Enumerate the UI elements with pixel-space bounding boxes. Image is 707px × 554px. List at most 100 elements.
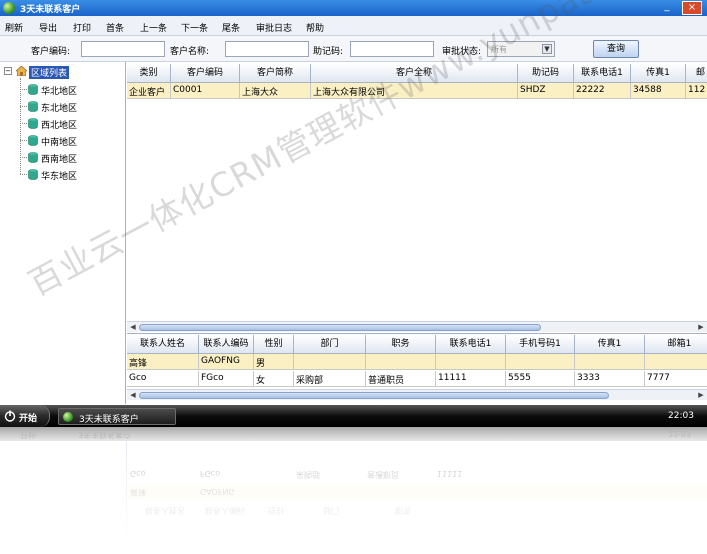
table-cell (506, 354, 575, 370)
tree-item-label: 华东地区 (41, 172, 78, 182)
app-icon (63, 412, 73, 422)
horizontal-scrollbar[interactable]: ◀ ▶ (127, 321, 707, 332)
column-header[interactable]: 邮箱1 (645, 335, 707, 354)
database-icon (28, 135, 38, 146)
database-icon (28, 101, 38, 112)
customer-grid: 类别 客户编码 客户简称 客户全称 助记码 联系电话1 传真1 邮 企业客户 C… (127, 62, 707, 334)
start-label: 开始 (19, 414, 38, 424)
tree-item-label: 西北地区 (41, 121, 78, 131)
database-icon (28, 169, 38, 180)
tree-item-label: 东北地区 (41, 104, 78, 114)
close-button[interactable]: × (682, 1, 702, 15)
taskbar-app-label: 3天未联系客户 (79, 415, 139, 425)
contact-grid: 联系人姓名 联系人编码 性别 部门 职务 联系电话1 手机号码1 传真1 邮箱1… (127, 335, 707, 404)
column-header[interactable]: 部门 (294, 335, 366, 354)
column-header[interactable]: 客户简称 (240, 64, 311, 83)
start-button[interactable]: 开始 (0, 405, 50, 427)
query-button[interactable]: 查询 (593, 40, 639, 58)
table-cell: 企业客户 (127, 83, 171, 99)
table-cell: GAOFNG (199, 354, 254, 370)
horizontal-scrollbar[interactable]: ◀ ▶ (127, 389, 707, 400)
table-cell: 男 (254, 354, 294, 370)
scrollbar-thumb[interactable] (139, 392, 609, 399)
column-header[interactable]: 邮 (686, 64, 707, 83)
scroll-right-icon[interactable]: ▶ (696, 391, 706, 400)
scroll-left-icon[interactable]: ◀ (128, 391, 138, 400)
scroll-left-icon[interactable]: ◀ (128, 323, 138, 332)
table-cell: 高锋 (127, 354, 199, 370)
column-header[interactable]: 性别 (254, 335, 294, 354)
menu-help[interactable]: 帮助 (306, 21, 324, 34)
collapse-icon[interactable]: − (4, 67, 12, 75)
menu-last[interactable]: 尾条 (222, 21, 240, 34)
region-tree: − 区域列表 华北地区 东北地区 西北地区 中南地区 西南地区 华东地区 (0, 62, 126, 404)
database-icon (28, 118, 38, 129)
column-header[interactable]: 联系电话1 (574, 64, 631, 83)
column-header[interactable]: 客户编码 (171, 64, 240, 83)
clock: 22:03 (668, 411, 694, 421)
table-cell: 上海大众 (240, 83, 311, 99)
approval-status-label: 审批状态: (442, 47, 482, 57)
menu-previous[interactable]: 上一条 (140, 21, 167, 34)
mnemonic-label: 助记码: (313, 47, 344, 57)
table-cell: C0001 (171, 83, 240, 99)
title-bar: 3天未联系客户 _ × (0, 0, 707, 16)
customer-code-input[interactable] (81, 41, 165, 57)
tree-item-label: 中南地区 (41, 138, 78, 148)
column-header[interactable]: 手机号码1 (506, 335, 575, 354)
customer-name-input[interactable] (225, 41, 309, 57)
table-cell: FGco (199, 371, 254, 387)
app-icon (3, 2, 15, 14)
column-header[interactable]: 职务 (366, 335, 436, 354)
chevron-down-icon[interactable]: ▼ (542, 44, 552, 54)
mnemonic-input[interactable] (350, 41, 434, 57)
window-title: 3天未联系客户 (20, 5, 81, 15)
table-cell: SHDZ (518, 83, 574, 99)
scroll-right-icon[interactable]: ▶ (696, 323, 706, 332)
table-cell (366, 354, 436, 370)
menu-audit-log[interactable]: 审批日志 (256, 21, 292, 34)
table-cell: Gco (127, 371, 199, 387)
table-cell: 3333 (575, 371, 645, 387)
scrollbar-thumb[interactable] (139, 324, 541, 331)
database-icon (28, 84, 38, 95)
minimize-button[interactable]: _ (660, 2, 674, 14)
table-cell (294, 354, 366, 370)
menu-export[interactable]: 导出 (39, 21, 57, 34)
tree-guide-line (20, 78, 21, 174)
database-icon (28, 152, 38, 163)
tree-item-label: 华北地区 (41, 87, 78, 97)
table-cell: 22222 (574, 83, 631, 99)
home-icon (16, 66, 27, 76)
table-cell: 普通职员 (366, 371, 436, 387)
taskbar-app-button[interactable]: 3天未联系客户 (58, 408, 176, 425)
column-header[interactable]: 类别 (127, 64, 171, 83)
taskbar: 开始 3天未联系客户 22:03 (0, 405, 707, 427)
customer-name-label: 客户名称: (170, 47, 210, 57)
table-cell: 5555 (506, 371, 575, 387)
table-cell: 女 (254, 371, 294, 387)
menu-refresh[interactable]: 刷新 (5, 21, 23, 34)
approval-status-select[interactable]: 所有 ▼ (487, 41, 555, 57)
filter-bar: 客户编码: 客户名称: 助记码: 审批状态: 所有 ▼ 查询 (0, 36, 707, 62)
table-cell (436, 354, 506, 370)
column-header[interactable]: 客户全称 (311, 64, 518, 83)
menu-print[interactable]: 打印 (73, 21, 91, 34)
column-header[interactable]: 联系人姓名 (127, 335, 199, 354)
menu-next[interactable]: 下一条 (181, 21, 208, 34)
column-header[interactable]: 联系人编码 (199, 335, 254, 354)
table-cell: 112 (686, 83, 707, 99)
menu-first[interactable]: 首条 (106, 21, 124, 34)
table-cell: 采购部 (294, 371, 366, 387)
column-header[interactable]: 联系电话1 (436, 335, 506, 354)
table-cell (575, 354, 645, 370)
reflection: 开始 3天未联系客户 22:03 Gco FGco 采购部 普通职员 11111… (0, 427, 707, 554)
tree-root-label: 区域列表 (29, 66, 70, 79)
table-cell: 上海大众有限公司 (311, 83, 518, 99)
column-header[interactable]: 传真1 (631, 64, 686, 83)
tree-item-label: 西南地区 (41, 155, 78, 165)
column-header[interactable]: 助记码 (518, 64, 574, 83)
table-cell: 34588 (631, 83, 686, 99)
table-cell: 11111 (436, 371, 506, 387)
column-header[interactable]: 传真1 (575, 335, 645, 354)
